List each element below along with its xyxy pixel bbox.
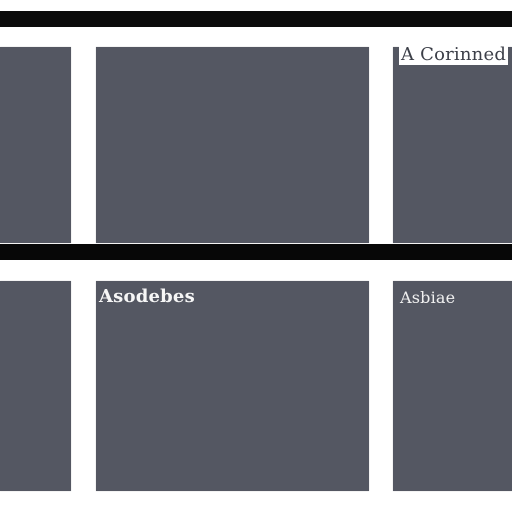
- panel-row1-left: [0, 47, 71, 243]
- panel-row1-right-caption: A Corinned: [399, 44, 509, 65]
- panel-row2-center-caption: Asodebes: [99, 286, 195, 307]
- top-black-bar: [0, 11, 512, 27]
- middle-black-bar: [0, 244, 512, 260]
- panel-row2-center: [96, 281, 369, 491]
- panel-row2-right-caption: Asbiae: [400, 288, 456, 307]
- panel-row2-right: [393, 281, 512, 491]
- panel-row1-center: [96, 47, 369, 243]
- screenshot-canvas: A Corinned Asodebes Asbiae: [0, 0, 512, 512]
- panel-row2-left: [0, 281, 71, 491]
- panel-row1-right: [393, 47, 512, 243]
